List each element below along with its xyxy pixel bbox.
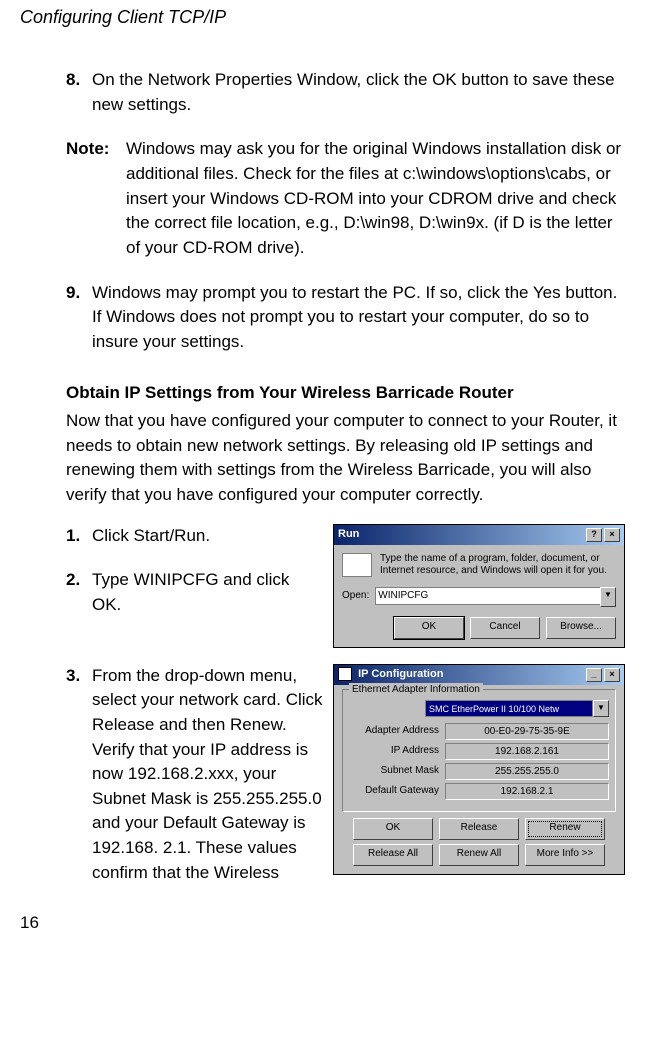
step-1-text: Click Start/Run. bbox=[92, 524, 323, 549]
step-8: 8. On the Network Properties Window, cli… bbox=[66, 68, 625, 117]
running-head: Configuring Client TCP/IP bbox=[20, 4, 633, 30]
adapter-select[interactable]: SMC EtherPower II 10/100 Netw bbox=[425, 700, 593, 717]
release-button[interactable]: Release bbox=[439, 818, 519, 840]
step-2-text: Type WINIPCFG and click OK. bbox=[92, 568, 323, 617]
step-8-text: On the Network Properties Window, click … bbox=[92, 68, 625, 117]
note-block: Note: Windows may ask you for the origin… bbox=[66, 137, 625, 260]
close-button[interactable]: × bbox=[604, 528, 620, 542]
step-3: 3. From the drop-down menu, select your … bbox=[66, 664, 323, 886]
default-gateway-label: Default Gateway bbox=[349, 784, 445, 799]
section-intro: Now that you have configured your comput… bbox=[66, 409, 625, 508]
ip-dialog-title: IP Configuration bbox=[358, 668, 443, 680]
run-icon bbox=[342, 553, 372, 577]
ip-config-dialog: IP Configuration _ × Ethernet Adapter In… bbox=[333, 664, 625, 875]
step-1: 1. Click Start/Run. bbox=[66, 524, 323, 549]
minimize-button[interactable]: _ bbox=[586, 668, 602, 682]
step-3-text: From the drop-down menu, select your net… bbox=[92, 664, 323, 886]
adapter-address-label: Adapter Address bbox=[349, 724, 445, 739]
open-input[interactable] bbox=[375, 587, 600, 605]
step-3-num: 3. bbox=[66, 664, 92, 886]
ethernet-adapter-fieldset: Ethernet Adapter Information SMC EtherPo… bbox=[342, 689, 616, 812]
browse-button[interactable]: Browse... bbox=[546, 617, 616, 639]
ok-button[interactable]: OK bbox=[353, 818, 433, 840]
help-button[interactable]: ? bbox=[586, 528, 602, 542]
step-8-num: 8. bbox=[66, 68, 92, 117]
open-dropdown-button[interactable]: ▼ bbox=[600, 587, 616, 607]
note-text: Windows may ask you for the original Win… bbox=[126, 137, 625, 260]
adapter-dropdown-button[interactable]: ▼ bbox=[593, 700, 609, 717]
fieldset-legend: Ethernet Adapter Information bbox=[349, 683, 483, 698]
note-label: Note: bbox=[66, 137, 126, 260]
step-9-num: 9. bbox=[66, 281, 92, 355]
close-button[interactable]: × bbox=[604, 668, 620, 682]
renew-all-button[interactable]: Renew All bbox=[439, 844, 519, 866]
step-9-text: Windows may prompt you to restart the PC… bbox=[92, 281, 625, 355]
ok-button[interactable]: OK bbox=[394, 617, 464, 639]
default-gateway-value: 192.168.2.1 bbox=[445, 783, 609, 800]
open-label: Open: bbox=[342, 589, 369, 604]
run-dialog: Run ? × Type the name of a program, fold… bbox=[333, 524, 625, 648]
ip-address-label: IP Address bbox=[349, 744, 445, 759]
subnet-mask-value: 255.255.255.0 bbox=[445, 763, 609, 780]
run-prompt-text: Type the name of a program, folder, docu… bbox=[380, 553, 616, 577]
adapter-address-value: 00-E0-29-75-35-9E bbox=[445, 723, 609, 740]
section-heading: Obtain IP Settings from Your Wireless Ba… bbox=[66, 381, 625, 406]
run-dialog-title: Run bbox=[338, 527, 359, 543]
ip-address-value: 192.168.2.161 bbox=[445, 743, 609, 760]
more-info-button[interactable]: More Info >> bbox=[525, 844, 605, 866]
subnet-mask-label: Subnet Mask bbox=[349, 764, 445, 779]
renew-button[interactable]: Renew bbox=[525, 818, 605, 840]
step-9: 9. Windows may prompt you to restart the… bbox=[66, 281, 625, 355]
step-2: 2. Type WINIPCFG and click OK. bbox=[66, 568, 323, 617]
cancel-button[interactable]: Cancel bbox=[470, 617, 540, 639]
page-number: 16 bbox=[20, 911, 633, 936]
ip-icon bbox=[338, 667, 352, 681]
step-2-num: 2. bbox=[66, 568, 92, 617]
step-1-num: 1. bbox=[66, 524, 92, 549]
release-all-button[interactable]: Release All bbox=[353, 844, 433, 866]
